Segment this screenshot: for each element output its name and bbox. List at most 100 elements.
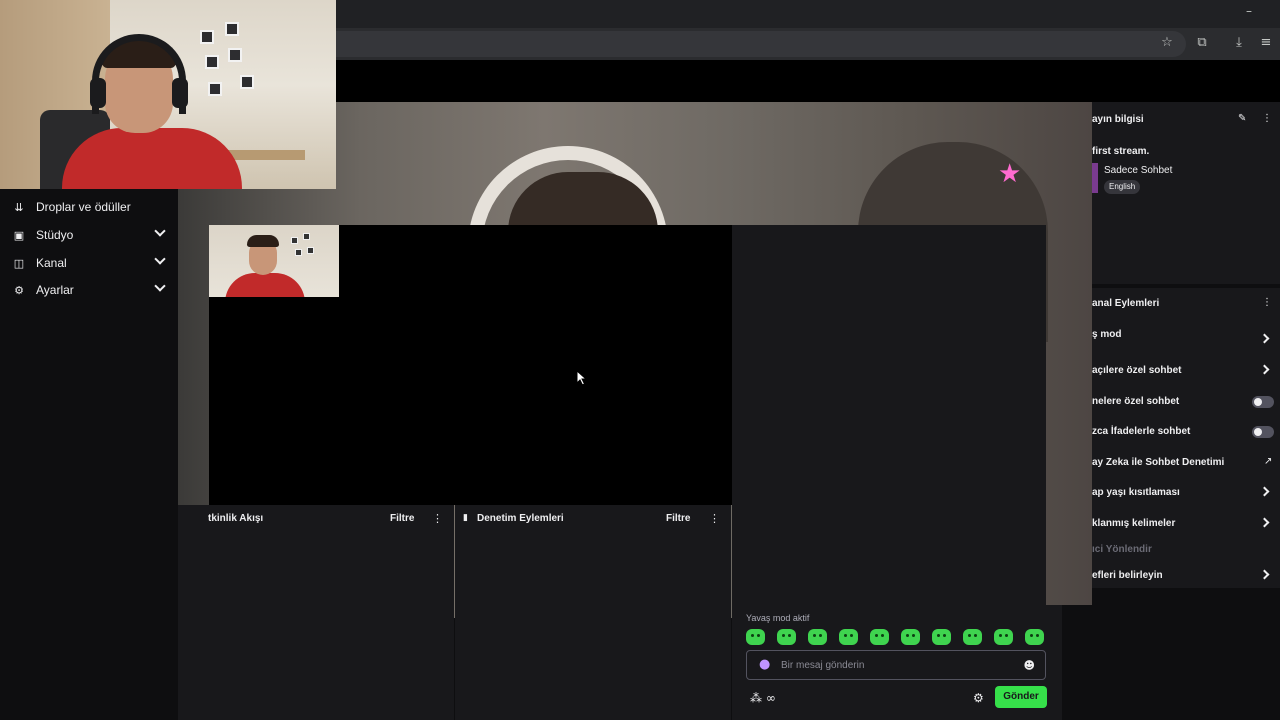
sidebar-item-channel[interactable]: ◫ Kanal: [0, 249, 178, 277]
headset-ear: [90, 78, 106, 108]
extensions-icon[interactable]: ⧉: [1194, 35, 1210, 51]
channel-points-icon[interactable]: ⁂ ∞: [750, 691, 776, 705]
more-options-icon[interactable]: ⋮: [709, 512, 720, 525]
creator-sidebar: ⇊ Droplar ve ödüller ▣ Stüdyo ◫ Kanal ⚙ …: [0, 189, 178, 720]
activity-feed-panel: tkinlik Akışı Filtre ⋮: [178, 505, 454, 720]
headset-ear: [172, 78, 188, 108]
download-icon[interactable]: ⤓: [1231, 35, 1247, 51]
chat-settings-icon[interactable]: ⚙: [973, 691, 984, 705]
wall-frame: [291, 237, 298, 244]
sidebar-item-label: Ayarlar: [36, 283, 74, 297]
stream-info-card: ayın bilgisi ✎ ⋮ first stream. Sadece So…: [1092, 102, 1280, 284]
webcam-overlay: [0, 0, 336, 189]
sidebar-item-label: Stüdyo: [36, 228, 74, 242]
wall-frame: [225, 22, 239, 36]
chevron-right-icon[interactable]: [1259, 486, 1270, 497]
section-header: ıci Yönlendir: [1092, 544, 1152, 555]
channel-points-value: ∞: [765, 691, 776, 705]
sidebar-item-label: Droplar ve ödüller: [36, 200, 131, 214]
emote-icon[interactable]: [808, 629, 827, 645]
moderation-title: Denetim Eylemleri: [477, 513, 564, 524]
wall-frame: [303, 233, 310, 240]
send-button[interactable]: Gönder: [995, 686, 1047, 708]
panel-gutter: [1062, 605, 1092, 720]
chat-composer: Yavaş mod aktif ● Bir mesaj gönderin ☻ ⁂…: [732, 605, 1062, 720]
chat-placeholder: Bir mesaj gönderin: [781, 660, 865, 671]
right-panel: ayın bilgisi ✎ ⋮ first stream. Sadece So…: [1092, 102, 1280, 720]
bookmark-star-icon[interactable]: ☆: [1159, 35, 1175, 51]
chat-input[interactable]: ● Bir mesaj gönderin ☻: [746, 650, 1046, 680]
wall-frame: [307, 247, 314, 254]
stream-info-title: ayın bilgisi: [1092, 114, 1144, 125]
category-name: Sadece Sohbet: [1104, 165, 1173, 176]
emote-icon[interactable]: [839, 629, 858, 645]
stream-title-text: first stream.: [1092, 146, 1150, 157]
studio-icon: ▣: [13, 228, 25, 242]
emote-row: [746, 629, 1044, 645]
emote-icon[interactable]: [994, 629, 1013, 645]
channel-action-row[interactable]: zca İfadelerle sohbet: [1092, 426, 1190, 437]
shield-icon: ▮: [463, 513, 468, 523]
moderation-filter-button[interactable]: Filtre: [666, 513, 690, 524]
stream-preview-thumbnail: [209, 225, 339, 297]
page-header: [336, 60, 1280, 102]
chevron-down-icon: [154, 280, 166, 292]
pencil-icon[interactable]: ✎: [1238, 113, 1246, 124]
sidebar-item-studio[interactable]: ▣ Stüdyo: [0, 221, 178, 249]
wall-frame: [228, 48, 242, 62]
emote-icon[interactable]: [1025, 629, 1044, 645]
drops-icon: ⇊: [14, 200, 24, 214]
emoji-icon[interactable]: ☻: [1024, 659, 1035, 672]
channel-action-row[interactable]: ş mod: [1092, 329, 1121, 340]
chevron-down-icon: [154, 225, 166, 237]
mouse-cursor-icon: [576, 370, 588, 386]
channel-icon: ◫: [13, 256, 25, 270]
channel-action-row[interactable]: ay Zeka ile Sohbet Denetimi: [1092, 457, 1224, 468]
person-body: [62, 128, 242, 189]
sidebar-item-drops[interactable]: ⇊ Droplar ve ödüller: [0, 193, 178, 221]
more-options-icon[interactable]: ⋮: [1262, 297, 1272, 308]
language-tag: English: [1104, 180, 1141, 194]
emote-icon[interactable]: [870, 629, 889, 645]
channel-action-row[interactable]: efleri belirleyin: [1092, 570, 1163, 581]
external-link-icon[interactable]: ↗: [1264, 456, 1272, 467]
toggle-switch[interactable]: [1252, 396, 1274, 408]
gear-icon: ⚙: [14, 283, 24, 297]
chevron-right-icon[interactable]: [1259, 364, 1270, 375]
microphone-icon[interactable]: ●: [759, 657, 770, 673]
media-icon[interactable]: ≡: [1258, 35, 1274, 51]
sidebar-item-label: Kanal: [36, 256, 67, 270]
channel-action-row[interactable]: açılere özel sohbet: [1092, 365, 1181, 376]
emote-icon[interactable]: [932, 629, 951, 645]
window-minimize-button[interactable]: –: [1242, 4, 1256, 18]
emote-icon[interactable]: [777, 629, 796, 645]
emote-icon[interactable]: [746, 629, 765, 645]
chevron-right-icon[interactable]: [1259, 333, 1270, 344]
wall-frame: [295, 249, 302, 256]
category-thumbnail: [1092, 163, 1098, 193]
channel-action-row[interactable]: klanmış kelimeler: [1092, 518, 1175, 529]
chat-messages: [732, 225, 1046, 605]
emote-icon[interactable]: [963, 629, 982, 645]
moderation-actions-panel: ▮ Denetim Eylemleri Filtre ⋮: [455, 505, 731, 720]
more-options-icon[interactable]: ⋮: [1262, 113, 1272, 124]
toggle-switch[interactable]: [1252, 426, 1274, 438]
chevron-down-icon: [154, 253, 166, 265]
address-bar[interactable]: [336, 31, 1186, 57]
channel-action-row[interactable]: ap yaşı kısıtlaması: [1092, 487, 1180, 498]
more-options-icon[interactable]: ⋮: [432, 512, 443, 525]
chevron-right-icon[interactable]: [1259, 569, 1270, 580]
star-overlay-icon: ★: [998, 159, 1022, 189]
emote-icon[interactable]: [901, 629, 920, 645]
channel-actions-title: anal Eylemleri: [1092, 298, 1160, 309]
person-body: [225, 273, 305, 297]
activity-filter-button[interactable]: Filtre: [390, 513, 414, 524]
activity-feed-title: tkinlik Akışı: [208, 513, 264, 524]
wall-frame: [208, 82, 222, 96]
slow-mode-notice: Yavaş mod aktif: [746, 613, 810, 623]
wall-frame: [205, 55, 219, 69]
sidebar-item-settings[interactable]: ⚙ Ayarlar: [0, 276, 178, 304]
channel-action-row[interactable]: nelere özel sohbet: [1092, 396, 1179, 407]
chevron-right-icon[interactable]: [1259, 517, 1270, 528]
channel-actions-card: anal Eylemleri ⋮ ş mod açılere özel sohb…: [1092, 288, 1280, 588]
